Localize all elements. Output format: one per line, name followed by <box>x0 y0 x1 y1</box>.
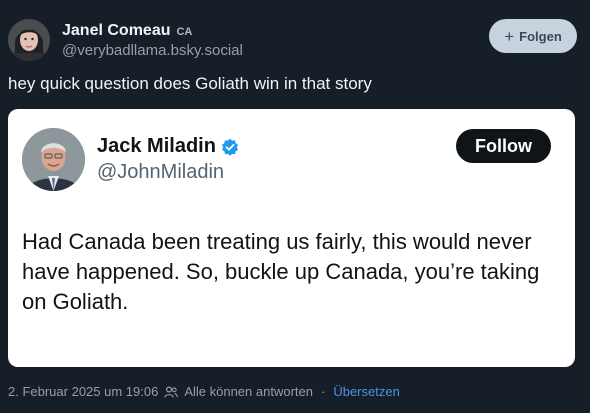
embed-author-name[interactable]: Jack Miladin <box>97 135 239 158</box>
embed-post-text: Had Canada been treating us fairly, this… <box>22 229 540 314</box>
plus-icon: + <box>504 26 515 46</box>
embedded-post[interactable]: Jack Miladin @JohnMiladin Follow Had Can… <box>8 109 575 367</box>
author-display-name[interactable]: Janel Comeau <box>62 22 170 39</box>
author-avatar[interactable] <box>8 19 50 61</box>
post-text: hey quick question does Goliath win in t… <box>8 74 372 93</box>
author-handle[interactable]: @verybadllama.bsky.social <box>62 42 243 59</box>
embed-follow-button[interactable]: Follow <box>456 129 551 163</box>
author-name[interactable]: Janel Comeau CA <box>62 22 192 40</box>
post-timestamp[interactable]: 2. Februar 2025 um 19:06 <box>8 384 158 399</box>
reply-setting: Alle können antworten <box>184 384 313 399</box>
author-flag: CA <box>176 26 193 38</box>
people-icon <box>164 385 179 398</box>
follow-button[interactable]: + Folgen <box>489 19 577 53</box>
embed-avatar[interactable] <box>22 128 85 191</box>
embed-author-handle[interactable]: @JohnMiladin <box>97 161 224 184</box>
embed-display-name[interactable]: Jack Miladin <box>97 135 216 158</box>
post-meta: 2. Februar 2025 um 19:06 Alle können ant… <box>8 384 400 399</box>
post: Janel Comeau CA @verybadllama.bsky.social… <box>0 0 590 413</box>
follow-button-label: Folgen <box>519 28 562 44</box>
translate-link[interactable]: Übersetzen <box>333 384 399 399</box>
verified-badge-icon <box>221 138 239 156</box>
separator-dot: · <box>320 384 326 399</box>
